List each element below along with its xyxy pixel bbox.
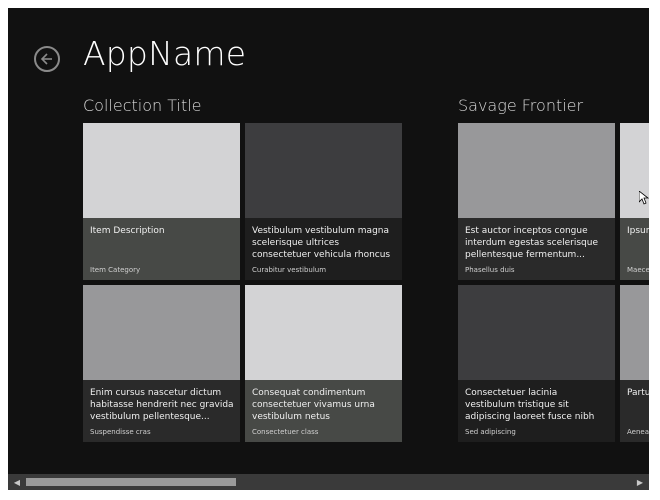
item-description: Enim cursus nascetur dictum habitasse he… bbox=[90, 388, 234, 422]
grid-item-tile[interactable]: Vestibulum vestibulum magna scelerisque … bbox=[245, 123, 402, 280]
item-category: Sed adipiscing bbox=[465, 428, 516, 436]
app-window: AppName Collection Title Item Descriptio… bbox=[8, 8, 649, 490]
scroll-left-icon[interactable]: ◀ bbox=[9, 474, 25, 490]
item-description: Partu bbox=[627, 388, 649, 398]
item-category: Aenea bbox=[627, 428, 649, 436]
item-overlay: Vestibulum vestibulum magna scelerisque … bbox=[245, 218, 402, 280]
item-image bbox=[245, 285, 402, 380]
item-overlay: Consectetuer lacinia vestibulum tristiqu… bbox=[458, 380, 615, 442]
grid-item-tile[interactable]: Consequat condimentum consectetuer vivam… bbox=[245, 285, 402, 442]
horizontal-scrollbar[interactable]: ◀ ▶ bbox=[8, 474, 649, 490]
grid-item-tile[interactable]: Partu Aenea bbox=[620, 285, 649, 442]
item-image bbox=[458, 123, 615, 218]
back-arrow-icon bbox=[40, 53, 52, 65]
item-category: Phasellus duis bbox=[465, 266, 515, 274]
grid-item-tile[interactable]: Est auctor inceptos congue interdum eges… bbox=[458, 123, 615, 280]
item-category: Item Category bbox=[90, 266, 141, 274]
item-overlay: Ipsum Maece bbox=[620, 218, 649, 280]
grid-item-tile[interactable]: Item Description Item Category bbox=[83, 123, 240, 280]
grid-item-tile[interactable]: Consectetuer lacinia vestibulum tristiqu… bbox=[458, 285, 615, 442]
item-image bbox=[83, 123, 240, 218]
item-category: Curabitur vestibulum bbox=[252, 266, 327, 274]
grid-item-tile[interactable]: Enim cursus nascetur dictum habitasse he… bbox=[83, 285, 240, 442]
item-description: Item Description bbox=[90, 226, 165, 236]
item-image bbox=[458, 285, 615, 380]
item-category: Consectetuer class bbox=[252, 428, 319, 436]
item-description: Vestibulum vestibulum magna scelerisque … bbox=[252, 226, 391, 260]
item-description: Consequat condimentum consectetuer vivam… bbox=[252, 388, 375, 422]
group-header-collection-title[interactable]: Collection Title bbox=[83, 96, 202, 115]
item-image bbox=[620, 285, 649, 380]
item-overlay: Consequat condimentum consectetuer vivam… bbox=[245, 380, 402, 442]
item-description: Est auctor inceptos congue interdum eges… bbox=[465, 226, 598, 260]
scroll-right-icon[interactable]: ▶ bbox=[632, 474, 648, 490]
item-image bbox=[245, 123, 402, 218]
scrollbar-thumb[interactable] bbox=[26, 478, 236, 486]
item-description: Consectetuer lacinia vestibulum tristiqu… bbox=[465, 388, 595, 422]
group-header-savage-frontier[interactable]: Savage Frontier bbox=[458, 96, 583, 115]
item-description: Ipsum bbox=[627, 226, 649, 236]
item-overlay: Enim cursus nascetur dictum habitasse he… bbox=[83, 380, 240, 442]
item-image bbox=[83, 285, 240, 380]
item-overlay: Partu Aenea bbox=[620, 380, 649, 442]
back-button[interactable] bbox=[34, 46, 60, 72]
item-overlay: Est auctor inceptos congue interdum eges… bbox=[458, 218, 615, 280]
item-overlay: Item Description Item Category bbox=[83, 218, 240, 280]
page-title: AppName bbox=[83, 34, 247, 73]
mouse-cursor-icon bbox=[639, 191, 649, 205]
item-category: Maece bbox=[627, 266, 649, 274]
item-category: Suspendisse cras bbox=[90, 428, 151, 436]
